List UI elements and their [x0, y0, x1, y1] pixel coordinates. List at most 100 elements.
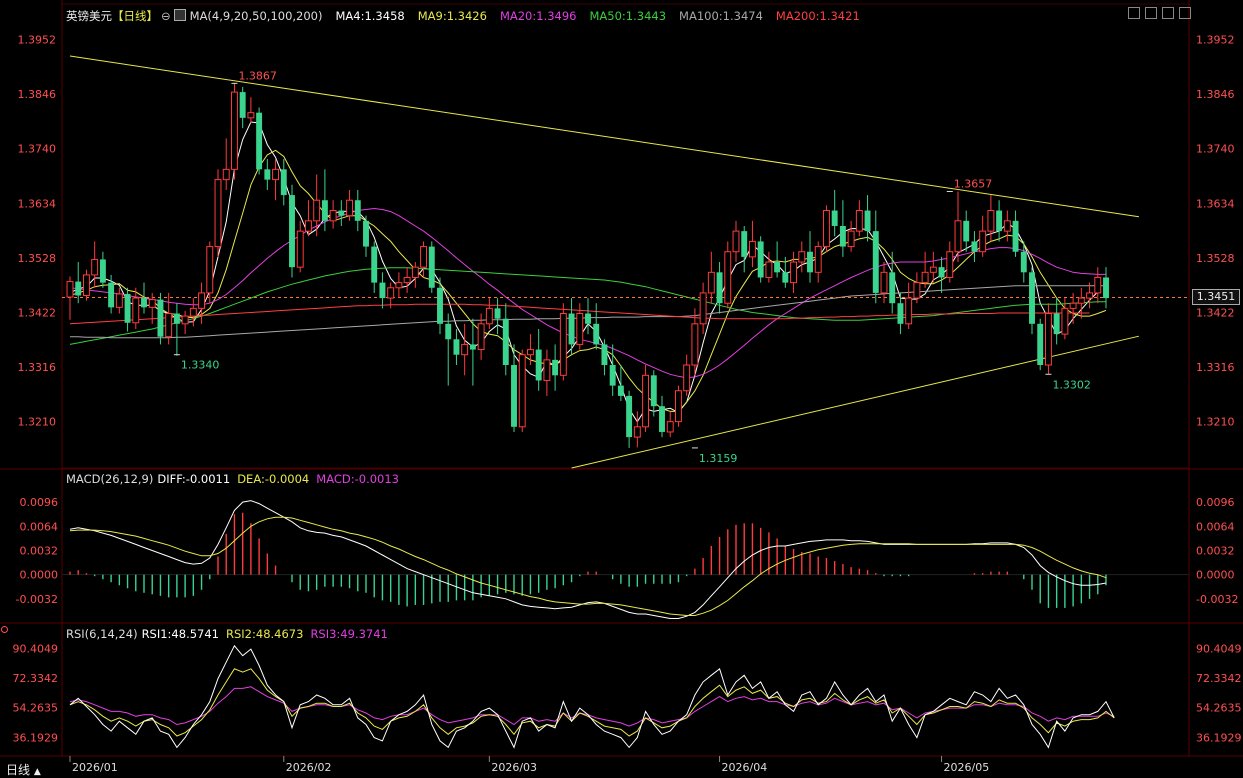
candle-body [239, 92, 246, 118]
candle-body [247, 112, 255, 119]
candle-body [831, 210, 838, 226]
period-tab[interactable]: 日线 ▲ [6, 761, 41, 778]
ma-value-4: MA100:1.3474 [679, 9, 763, 23]
macd-tick-left: -0.0032 [16, 593, 58, 606]
candle-body [839, 225, 846, 247]
candle-body [929, 266, 937, 273]
restore-icon[interactable] [1179, 7, 1191, 19]
y-tick-right: 1.3740 [1196, 143, 1235, 156]
candle-body [1003, 220, 1011, 232]
candle-body [987, 210, 995, 232]
candle-body [526, 349, 534, 356]
y-tick-left: 1.3740 [18, 143, 57, 156]
y-tick-right: 1.3634 [1196, 197, 1235, 210]
rsi2-line [69, 668, 1115, 737]
candle-body [403, 276, 411, 284]
x-tick-label: 2026/01 [72, 761, 118, 774]
candle-body [445, 323, 452, 340]
candle-body [511, 365, 517, 427]
candle-body [979, 230, 987, 253]
y-tick-right: 1.3952 [1196, 34, 1235, 47]
candle-body [822, 210, 830, 248]
ma-line-ma9 [69, 149, 1107, 412]
y-tick-right: 1.3316 [1196, 361, 1235, 374]
macd-tick-left: 0.0096 [20, 496, 59, 509]
candle-body [91, 258, 99, 276]
candle-body [395, 282, 403, 289]
rsi-label[interactable]: RSI(6,14,24) [66, 627, 138, 641]
candle-body [296, 230, 304, 268]
x-tick-label: 2026/04 [722, 761, 768, 774]
candle-body [428, 246, 435, 288]
candle-body [363, 220, 369, 247]
macd-tick-left: 0.0000 [20, 569, 59, 582]
rsi1-value: RSI1:48.5741 [141, 627, 219, 641]
rsi-tick-left: 36.1929 [13, 731, 59, 744]
crosshair-icon[interactable] [1128, 7, 1140, 19]
candle-body [494, 308, 501, 319]
settings-icon[interactable]: ⊖ [161, 9, 171, 23]
rsi-header: RSI(6,14,24) RSI1:48.5741 RSI2:48.4673 RSI3… [66, 627, 395, 641]
candle-body [724, 251, 732, 304]
candle-body [946, 251, 954, 278]
candle-body [707, 271, 715, 294]
y-tick-right: 1.3210 [1196, 416, 1235, 429]
extreme-label: 1.3657 [954, 177, 993, 190]
candle-body [329, 210, 337, 222]
y-tick-right: 1.3528 [1196, 252, 1235, 265]
ma-value-0: MA4:1.3458 [335, 9, 405, 23]
candle-body [453, 339, 460, 355]
candle-body [75, 281, 82, 296]
extreme-label: 1.3867 [238, 69, 277, 82]
candle-body [790, 261, 798, 284]
maximize-icon[interactable] [1162, 7, 1174, 19]
macd-tick-right: -0.0032 [1196, 593, 1238, 606]
candle-body [798, 251, 806, 263]
candle-body [469, 344, 476, 350]
panel-collapse-icon[interactable] [1, 626, 8, 633]
main-chart-header: 英镑美元【日线】 ⊖ MA(4,9,20,50,100,200) MA4:1.3458… [66, 8, 874, 24]
rsi-tick-left: 90.4049 [13, 642, 59, 655]
candle-body [872, 231, 879, 293]
candle-body [765, 261, 773, 278]
candle-body [543, 359, 551, 381]
rsi-tick-left: 54.2635 [13, 702, 59, 715]
candle-body [132, 297, 140, 324]
candle-body [477, 323, 485, 351]
candle-body [189, 307, 197, 317]
candle-body [814, 246, 822, 273]
split-view-icon[interactable] [1145, 7, 1157, 19]
symbol-title[interactable]: 英镑美元 [66, 9, 112, 23]
y-tick-left: 1.3952 [18, 34, 57, 47]
macd-tick-right: 0.0096 [1196, 496, 1235, 509]
x-tick-label: 2026/03 [491, 761, 537, 774]
candle-body [593, 323, 600, 345]
candle-body [1044, 313, 1052, 366]
candle-body [1029, 272, 1035, 324]
candle-body [1061, 307, 1069, 335]
candle-body [732, 230, 740, 253]
macd-dea-value: DEA:-0.0004 [237, 472, 310, 486]
ma-toggle-icon[interactable] [173, 9, 186, 21]
candle-body [626, 395, 633, 438]
candle-body [99, 259, 106, 283]
rsi-tick-right: 90.4049 [1196, 642, 1242, 655]
candle-body [313, 199, 321, 222]
macd-label[interactable]: MACD(26,12,9) [66, 472, 153, 486]
candle-body [1103, 277, 1109, 299]
candle-body [1077, 297, 1085, 304]
candle-body [609, 365, 616, 386]
ma-value-5: MA200:1.3421 [775, 9, 860, 23]
candle-body [115, 293, 123, 308]
macd-diff-value: DIFF:-0.0011 [157, 472, 231, 486]
candle-body [741, 231, 748, 257]
candle-body [897, 303, 904, 324]
rsi2-value: RSI2:48.4673 [226, 627, 304, 641]
candle-body [576, 313, 584, 345]
macd-tick-left: 0.0032 [20, 544, 59, 557]
candle-body [289, 195, 295, 268]
rsi-tick-left: 72.3342 [13, 672, 59, 685]
chart-canvas: 1.3952 1.3952 1.3846 1.3846 1.3740 1.3740 1.36… [0, 0, 1243, 774]
extreme-label: 1.3159 [699, 452, 738, 465]
period-dropdown-icon[interactable]: ▲ [34, 767, 41, 777]
